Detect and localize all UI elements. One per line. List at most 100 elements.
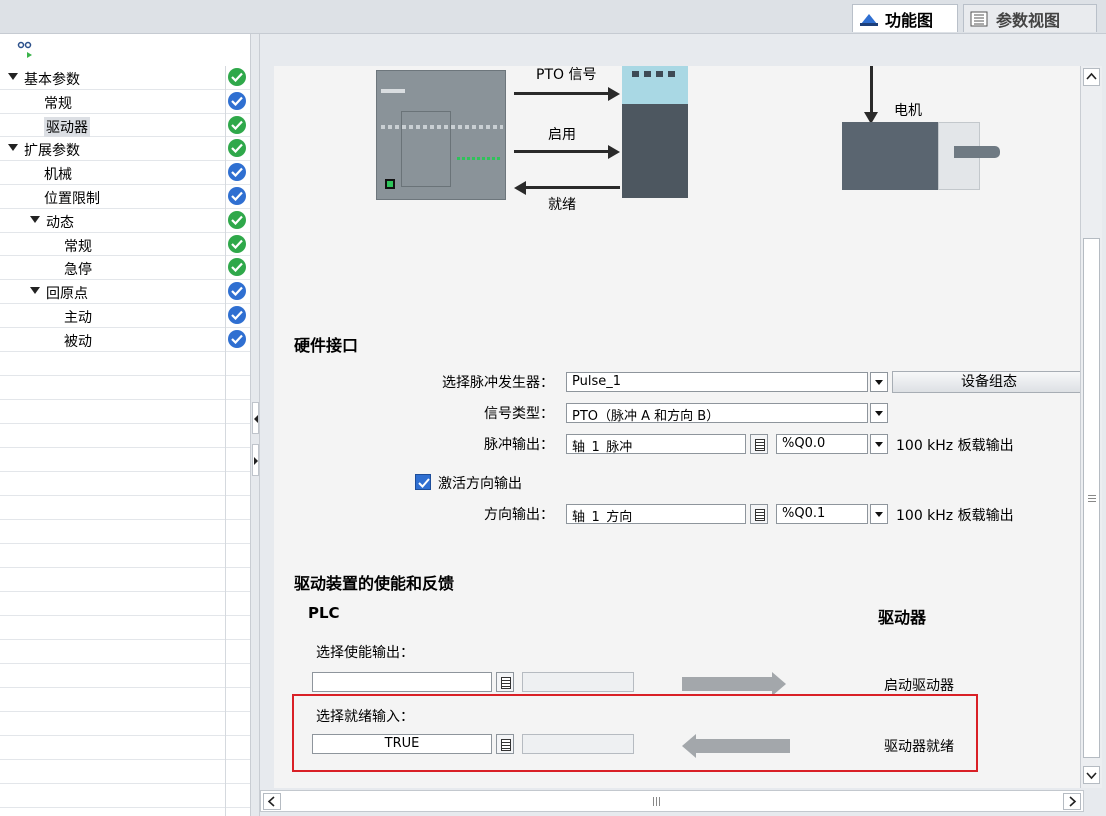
- scroll-down-button[interactable]: [1083, 766, 1100, 784]
- tree-item[interactable]: 主动: [0, 304, 250, 328]
- config-content: PTO 信号 启用 就绪 电机 硬件接口 选择脉冲发生器： Pulse_1 设备…: [274, 66, 1080, 816]
- grip-icon: [1088, 495, 1096, 503]
- status-check-icon: [228, 258, 246, 277]
- parameter-tree: 基本参数 常规 驱动器 扩展参数 机械 位置限制 动态 常规 急停 回原点 主动 被动: [0, 66, 250, 352]
- tree-item-label: 常规: [44, 95, 72, 112]
- enable-drive-arrow: [682, 677, 772, 691]
- arrow-left-icon: [514, 181, 526, 195]
- direction-output-address-select[interactable]: %Q0.1: [776, 504, 868, 524]
- tree-item[interactable]: 位置限制: [0, 185, 250, 209]
- motor-arrow: [870, 66, 873, 114]
- enable-label: 启用: [548, 127, 576, 143]
- tree-item-label: 常规: [64, 238, 92, 255]
- tree-item[interactable]: 基本参数: [0, 66, 250, 90]
- pulse-generator-label: 选择脉冲发生器：: [442, 375, 554, 391]
- chevron-up-icon: [1086, 72, 1097, 80]
- signal-type-select[interactable]: PTO（脉冲 A 和方向 B）: [566, 403, 868, 423]
- tree-item[interactable]: 机械: [0, 161, 250, 185]
- tab-parameter-view[interactable]: 参数视图: [963, 4, 1097, 32]
- tree-item[interactable]: 动态: [0, 209, 250, 233]
- chevron-down-icon: [1086, 772, 1097, 780]
- motor-label: 电机: [894, 103, 922, 119]
- tree-status-divider: [225, 66, 226, 816]
- direction-output-checkbox[interactable]: [415, 474, 431, 490]
- tree-item-label: 基本参数: [24, 72, 80, 88]
- tree-item-label: 位置限制: [44, 190, 100, 207]
- axis-config-window: 功能图 参数视图 基本参数 常规 驱动器 扩展参数 机械 位置限制 动态 常规 急停 回原点 主动被…: [0, 0, 1106, 816]
- horizontal-scroll-track[interactable]: [260, 790, 1084, 812]
- tree-item-label: 机械: [44, 167, 72, 184]
- tree-item-label: 驱动器: [44, 116, 90, 137]
- status-check-icon: [228, 139, 246, 158]
- enable-output-field[interactable]: [312, 672, 492, 692]
- hardware-interface-title: 硬件接口: [294, 336, 359, 355]
- tree-toolbar: [0, 34, 250, 66]
- direction-output-label: 方向输出：: [484, 507, 554, 523]
- parameter-view-icon: [970, 11, 990, 27]
- tree-item[interactable]: 被动: [0, 328, 250, 352]
- expand-arrow-icon[interactable]: [30, 287, 40, 295]
- enable-output-list-button[interactable]: [496, 672, 514, 692]
- chevron-right-icon: [254, 457, 258, 465]
- arrow-right-icon: [608, 145, 620, 159]
- tree-item[interactable]: 扩展参数: [0, 137, 250, 162]
- tree-empty-area: [0, 352, 250, 816]
- ready-input-highlight: [292, 694, 978, 772]
- status-check-icon: [228, 186, 246, 205]
- scroll-left-button[interactable]: [263, 793, 281, 810]
- tab-parameter-view-label: 参数视图: [996, 10, 1061, 30]
- direction-output-note: 100 kHz 板载输出: [896, 508, 1014, 524]
- ready-arrow: [526, 186, 620, 189]
- expand-arrow-icon[interactable]: [8, 144, 18, 152]
- tree-item[interactable]: 急停: [0, 256, 250, 281]
- enable-output-address: [522, 672, 634, 692]
- scroll-up-button[interactable]: [1083, 68, 1100, 86]
- function-diagram-icon: [859, 11, 879, 27]
- navigation-icon[interactable]: [16, 40, 40, 60]
- expand-right-button[interactable]: [252, 444, 259, 476]
- plc-image: [376, 70, 506, 200]
- tree-item[interactable]: 常规: [0, 233, 250, 257]
- status-check-icon: [228, 329, 246, 348]
- status-check-icon: [228, 210, 246, 229]
- direction-output-address-dropdown[interactable]: [870, 504, 888, 524]
- tree-item-label: 急停: [64, 262, 92, 279]
- plc-status-led: [385, 179, 395, 189]
- device-config-button[interactable]: 设备组态: [892, 371, 1080, 393]
- direction-output-checkbox-label[interactable]: 激活方向输出: [438, 473, 522, 493]
- horizontal-scrollbar[interactable]: [260, 788, 1106, 816]
- tree-item-label: 回原点: [46, 286, 88, 303]
- pulse-output-address-dropdown[interactable]: [870, 434, 888, 454]
- tab-function-diagram[interactable]: 功能图: [852, 4, 958, 32]
- pulse-output-address-select[interactable]: %Q0.0: [776, 434, 868, 454]
- signal-type-dropdown[interactable]: [870, 403, 888, 423]
- status-check-icon: [228, 115, 246, 134]
- tree-item[interactable]: 常规: [0, 90, 250, 114]
- vertical-scroll-thumb[interactable]: [1083, 238, 1100, 758]
- chevron-right-icon: [1069, 796, 1077, 807]
- chevron-left-icon: [254, 415, 258, 423]
- drive-enable-feedback-title: 驱动装置的使能和反馈: [294, 574, 455, 593]
- expand-arrow-icon[interactable]: [8, 73, 18, 80]
- drive-column-header: 驱动器: [878, 608, 927, 627]
- pto-arrow: [514, 92, 610, 95]
- direction-output-tag-field[interactable]: 轴_1_方向: [566, 504, 746, 524]
- pulse-output-tag-field[interactable]: 轴_1_脉冲: [566, 434, 746, 454]
- direction-output-tag-list-button[interactable]: [750, 504, 768, 524]
- tree-item-label: 被动: [64, 333, 92, 350]
- vertical-scrollbar[interactable]: [1080, 66, 1102, 788]
- scroll-right-button[interactable]: [1063, 793, 1081, 810]
- enable-arrow: [514, 150, 610, 153]
- collapse-left-button[interactable]: [252, 402, 259, 434]
- pto-signal-label: PTO 信号: [536, 67, 597, 83]
- status-check-icon: [228, 163, 246, 182]
- tree-item[interactable]: 驱动器: [0, 114, 250, 138]
- tab-function-diagram-label: 功能图: [885, 10, 934, 30]
- pulse-generator-select[interactable]: Pulse_1: [566, 372, 868, 392]
- tree-item[interactable]: 回原点: [0, 280, 250, 304]
- expand-arrow-icon[interactable]: [30, 215, 40, 223]
- pulse-output-tag-list-button[interactable]: [750, 434, 768, 454]
- panel-splitter[interactable]: [250, 34, 260, 816]
- pulse-generator-dropdown[interactable]: [870, 372, 888, 392]
- drive-panel: [622, 66, 688, 104]
